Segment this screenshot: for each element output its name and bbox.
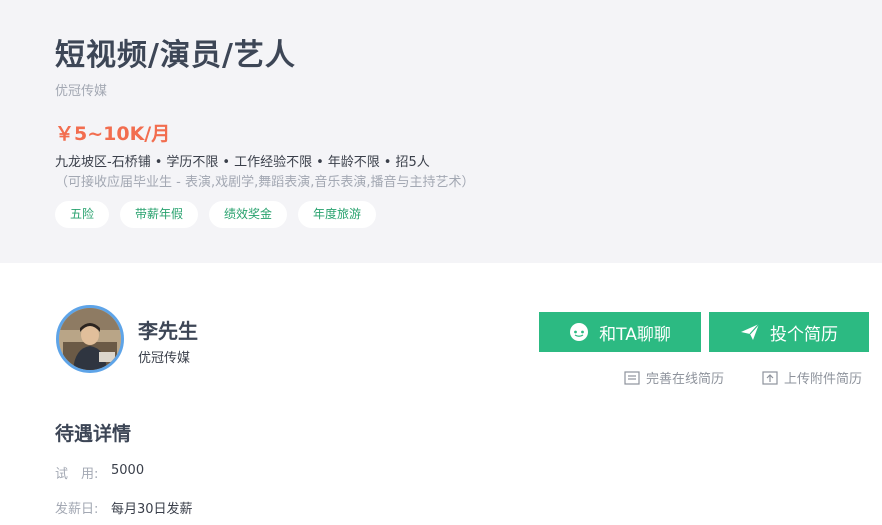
benefit-detail-row: 发薪日: 每月30日发薪 [55, 498, 193, 517]
benefit-detail-row: 试 用: 5000 [55, 463, 144, 482]
job-headcount: 招5人 [395, 155, 430, 170]
paper-plane-icon [741, 323, 760, 340]
job-education: 学历不限 [166, 155, 219, 170]
job-meta: 九龙坡区-石桥铺 • 学历不限 • 工作经验不限 • 年龄不限 • 招5人 [55, 151, 430, 170]
benefit-detail-key: 发薪日: [55, 502, 99, 517]
separator-dot: • [154, 155, 163, 170]
benefit-detail-key: 试 用: [55, 467, 99, 482]
apply-button[interactable]: 投个简历 [709, 312, 869, 352]
company-name[interactable]: 优冠传媒 [55, 80, 107, 99]
benefit-tags: 五险 带薪年假 绩效奖金 年度旅游 [55, 201, 377, 228]
chat-button[interactable]: 和TA聊聊 [539, 312, 701, 352]
benefit-detail-value: 5000 [111, 463, 145, 478]
benefit-tag: 五险 [55, 201, 110, 228]
job-header: 短视频/演员/艺人 优冠传媒 ￥5~10K/月 九龙坡区-石桥铺 • 学历不限 • 工作… [0, 0, 882, 263]
benefit-tag: 带薪年假 [120, 201, 199, 228]
chat-button-label: 和TA聊聊 [599, 324, 671, 345]
avatar-photo [59, 308, 121, 370]
recruiter-company: 优冠传媒 [138, 351, 191, 366]
benefit-detail-value: 每月30日发薪 [111, 502, 193, 517]
job-title: 短视频/演员/艺人 [55, 38, 296, 73]
apply-button-label: 投个简历 [770, 324, 838, 345]
separator-dot: • [316, 155, 324, 170]
upload-resume-label: 上传附件简历 [784, 372, 863, 387]
chat-bubble-icon [570, 323, 589, 341]
separator-dot: • [222, 155, 231, 170]
benefits-title: 待遇详情 [55, 423, 132, 445]
separator-dot: • [383, 155, 392, 170]
upload-icon [762, 370, 778, 385]
job-location: 九龙坡区-石桥铺 [55, 155, 151, 170]
job-age: 年龄不限 [327, 155, 380, 170]
document-icon [624, 370, 640, 385]
avatar[interactable] [56, 305, 124, 373]
benefit-tag: 年度旅游 [298, 201, 377, 228]
complete-resume-link[interactable]: 完善在线简历 [624, 368, 724, 387]
recruiter-name: 李先生 [138, 319, 198, 343]
complete-resume-label: 完善在线简历 [646, 372, 725, 387]
upload-resume-link[interactable]: 上传附件简历 [762, 368, 862, 387]
job-note: （可接收应届毕业生 - 表演,戏剧学,舞蹈表演,音乐表演,播音与主持艺术） [55, 175, 475, 190]
job-experience: 工作经验不限 [234, 155, 313, 170]
salary: ￥5~10K/月 [55, 123, 171, 145]
benefit-tag: 绩效奖金 [209, 201, 288, 228]
